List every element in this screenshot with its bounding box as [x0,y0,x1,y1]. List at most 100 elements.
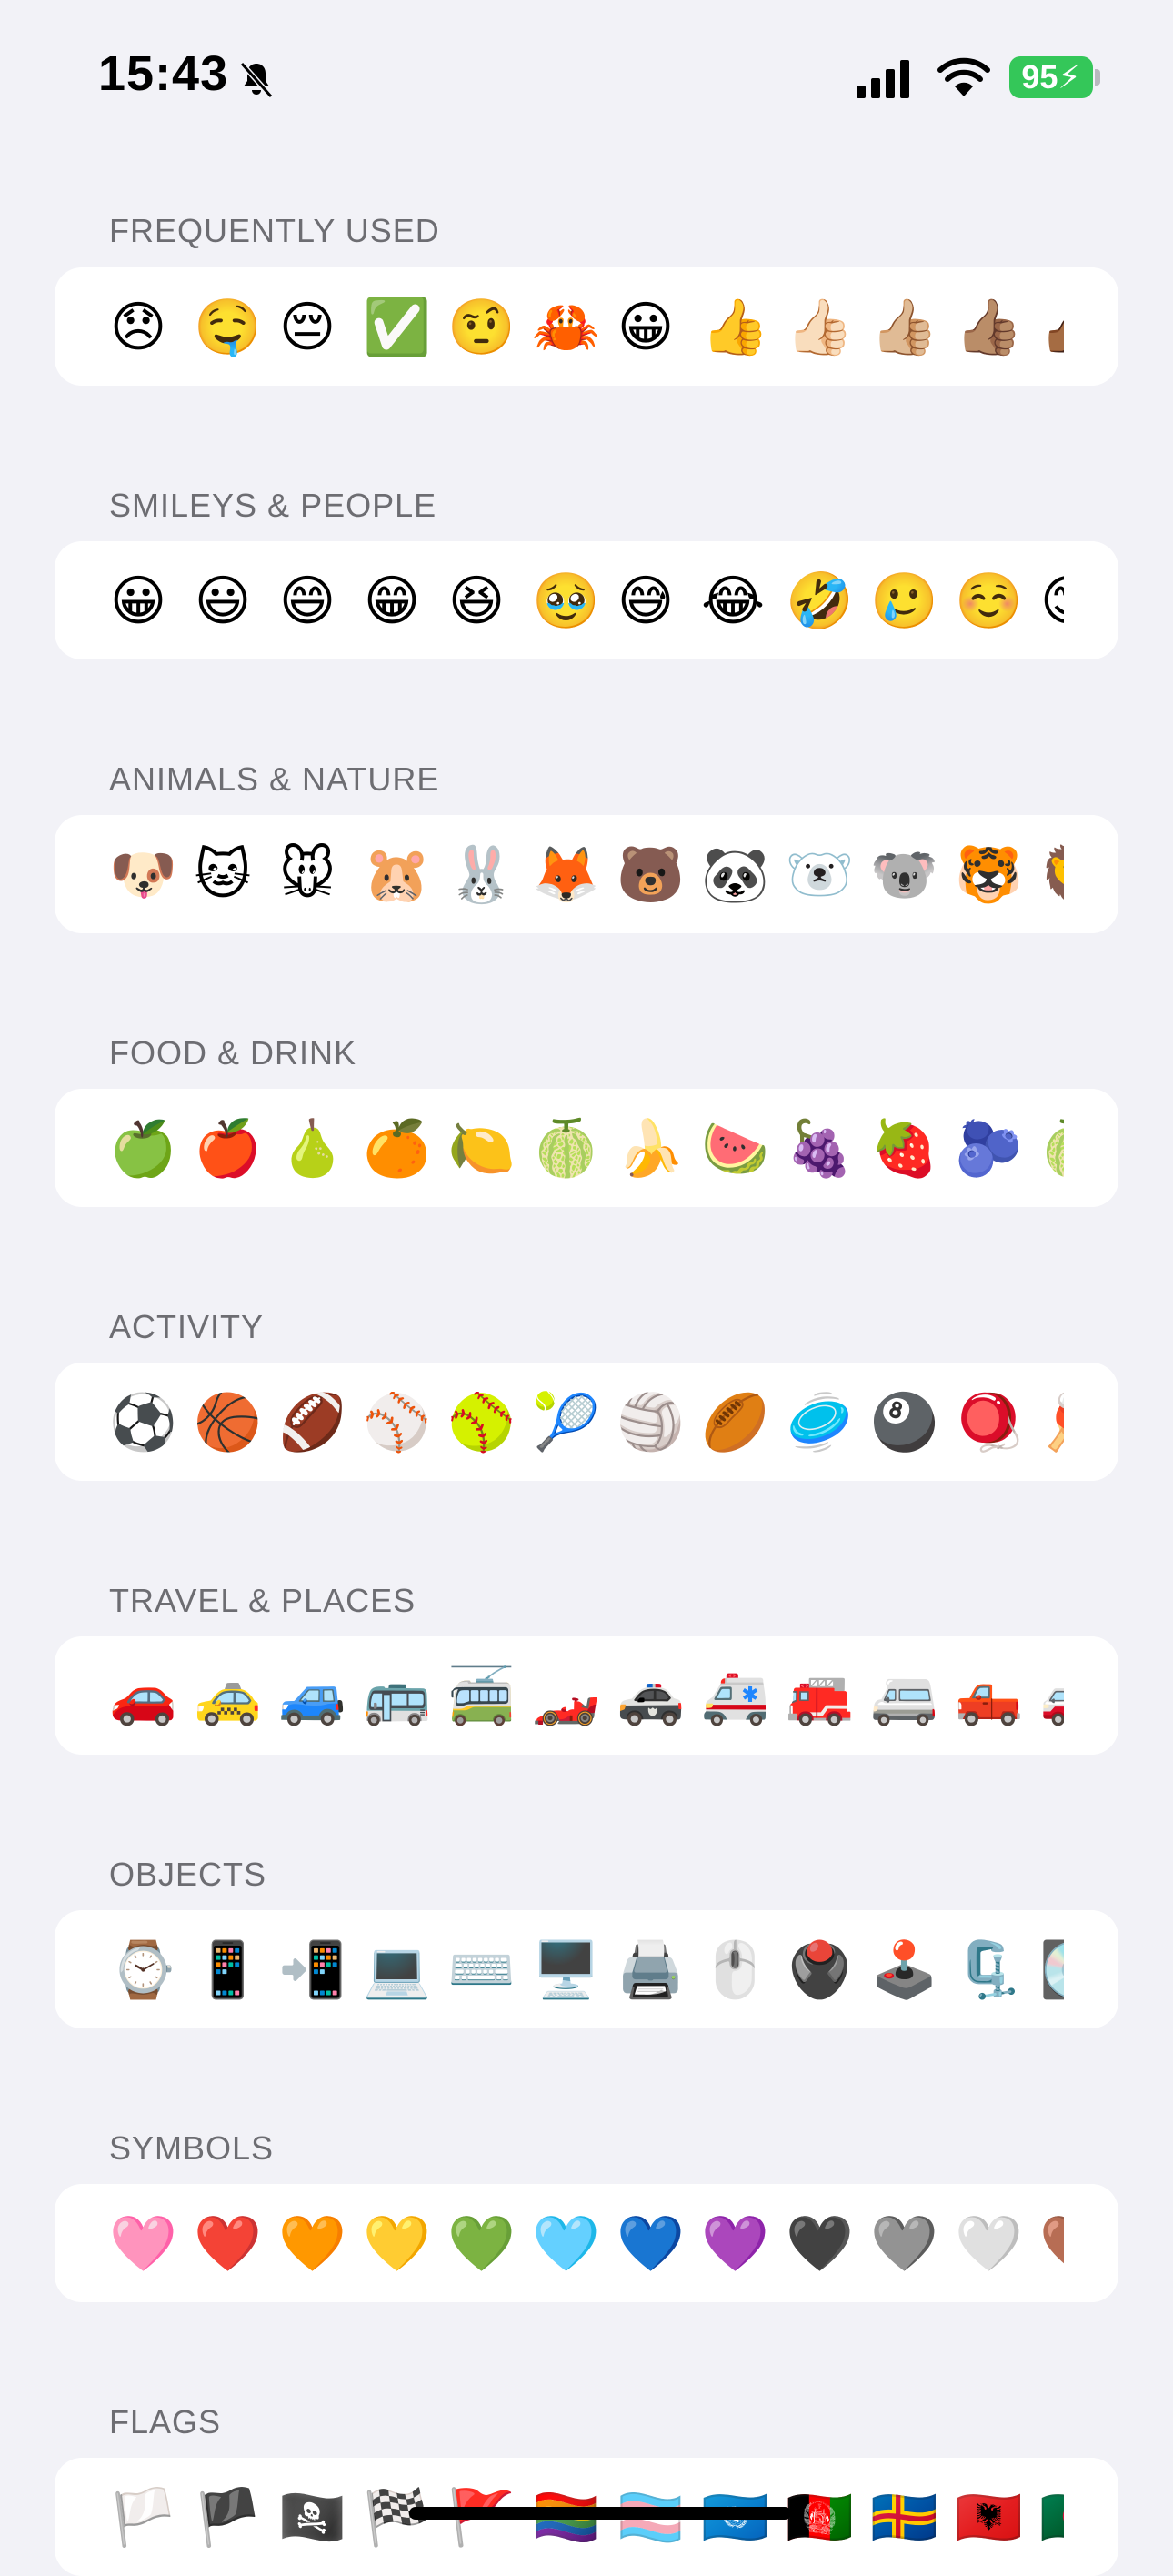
emoji-button[interactable]: 🖱️ [701,1941,769,1999]
emoji-scroll-row[interactable]: 🍏🍎🍐🍊🍋🍈🍌🍉🍇🍓🫐🍈 [109,1089,1118,1207]
emoji-button[interactable]: 🍏 [109,1120,177,1178]
emoji-button[interactable]: 🤨 [447,298,516,357]
emoji-button[interactable]: ⌚ [109,1941,177,1999]
emoji-button[interactable]: 🐶 [109,846,177,904]
emoji-button[interactable]: ❤️ [194,2215,262,2273]
emoji-button[interactable]: 🐻 [617,846,685,904]
home-indicator[interactable] [409,2507,791,2520]
emoji-button[interactable]: 💻 [363,1941,431,1999]
emoji-button[interactable]: 🖥️ [532,1941,600,1999]
emoji-button[interactable]: 🐰 [447,846,516,904]
emoji-button[interactable]: 🏐 [617,1394,685,1452]
emoji-button[interactable]: 🍇 [786,1120,854,1178]
emoji-button[interactable]: ✅ [363,298,431,357]
emoji-button[interactable]: 🎾 [532,1394,600,1452]
emoji-button[interactable]: 🩵 [532,2215,600,2273]
emoji-button[interactable]: 🍓 [870,1120,938,1178]
emoji-button[interactable]: 😁 [363,572,421,630]
emoji-button[interactable]: 😄 [278,572,336,630]
emoji-button[interactable]: 🏴 [194,2489,262,2547]
emoji-button[interactable]: 🚓 [617,1667,685,1726]
emoji-button[interactable]: ⌨️ [447,1941,516,1999]
emoji-button[interactable]: 👍 [701,298,769,357]
emoji-button[interactable]: 🧡 [278,2215,346,2273]
emoji-button[interactable]: 🚐 [870,1667,938,1726]
emoji-button[interactable]: 🖤 [786,2215,854,2273]
emoji-button[interactable]: 🩶 [870,2215,938,2273]
emoji-button[interactable]: 😂 [701,572,765,630]
emoji-button[interactable]: 🥹 [532,572,600,630]
emoji-button[interactable]: 😞 [109,298,167,357]
emoji-button[interactable]: 😔 [278,298,336,357]
emoji-button[interactable]: 🍌 [617,1120,685,1178]
emoji-button[interactable]: 🏳️ [109,2489,177,2547]
emoji-button[interactable]: 🐻‍❄️ [786,846,854,904]
emoji-button[interactable]: ⚽ [109,1394,177,1452]
emoji-button[interactable]: 🛻 [955,1667,1023,1726]
emoji-button[interactable]: 🇦🇱 [955,2489,1023,2547]
emoji-scroll-row[interactable]: 🩷❤️🧡💛💚🩵💙💜🖤🩶🤍🤎 [109,2184,1118,2302]
emoji-button[interactable]: 🤤 [194,298,262,357]
emoji-button[interactable]: 🚒 [786,1667,854,1726]
emoji-button[interactable]: 🫐 [955,1120,1023,1178]
emoji-button[interactable]: 💙 [617,2215,685,2273]
emoji-button[interactable]: 🦀 [532,298,600,357]
emoji-button[interactable]: 🚑 [701,1667,769,1726]
emoji-button[interactable]: 🚙 [278,1667,346,1726]
emoji-button[interactable]: 🥏 [786,1394,854,1452]
emoji-button[interactable]: 🐭 [278,846,336,904]
emoji-button[interactable]: 🖲️ [786,1941,854,1999]
emoji-scroll-row[interactable]: 😞🤤😔✅🤨🦀😀👍👍🏻👍🏼👍🏽👍🏾 [109,267,1118,386]
emoji-button[interactable]: 😀 [617,298,675,357]
emoji-button[interactable]: 🇦🇽 [870,2489,938,2547]
emoji-button[interactable]: 🪀 [955,1394,1023,1452]
emoji-button[interactable]: 🎱 [870,1394,938,1452]
emoji-scroll-row[interactable]: 🚗🚕🚙🚌🚎🏎️🚓🚑🚒🚐🛻🚚 [109,1636,1118,1755]
emoji-button[interactable]: 🍉 [701,1120,769,1178]
emoji-button[interactable]: 🕹️ [870,1941,938,1999]
emoji-button[interactable]: 🥎 [447,1394,516,1452]
emoji-scroll-row[interactable]: ⌚📱📲💻⌨️🖥️🖨️🖱️🖲️🕹️🗜️💽 [109,1910,1118,2028]
emoji-button[interactable]: 🐨 [870,846,938,904]
emoji-button[interactable]: ☺️ [955,572,1023,630]
emoji-button[interactable]: 🤣 [786,572,854,630]
emoji-button[interactable]: 😃 [194,572,252,630]
emoji-button[interactable]: 🍎 [194,1120,262,1178]
emoji-button[interactable]: 😀 [109,572,167,630]
emoji-button[interactable]: 🇦🇫 [786,2489,854,2547]
emoji-button[interactable]: 🍊 [363,1120,431,1178]
emoji-scroll-row[interactable]: 😀😃😄😁😆🥹😅😂🤣🥲☺️😊 [109,541,1118,659]
emoji-button[interactable]: 💜 [701,2215,769,2273]
emoji-button[interactable]: 🚗 [109,1667,177,1726]
emoji-button[interactable]: 🚕 [194,1667,262,1726]
emoji-button[interactable]: 📱 [194,1941,262,1999]
emoji-button[interactable]: 🗜️ [955,1941,1023,1999]
emoji-button[interactable]: 🏴‍☠️ [278,2489,346,2547]
emoji-button[interactable]: 🐯 [955,846,1023,904]
emoji-button[interactable]: 🚎 [447,1667,516,1726]
emoji-scroll-row[interactable]: ⚽🏀🏈⚾🥎🎾🏐🏉🥏🎱🪀🏓 [109,1363,1118,1481]
emoji-button[interactable]: 👍🏻 [786,298,854,357]
emoji-button[interactable]: 😆 [447,572,506,630]
emoji-button[interactable]: 🏉 [701,1394,769,1452]
emoji-button[interactable]: 💛 [363,2215,431,2273]
emoji-button[interactable]: 😅 [617,572,675,630]
emoji-button[interactable]: 🏈 [278,1394,346,1452]
emoji-button[interactable]: 👍🏽 [955,298,1023,357]
emoji-button[interactable]: 🍐 [278,1120,346,1178]
emoji-button[interactable]: 📲 [278,1941,346,1999]
emoji-button[interactable]: 🍋 [447,1120,516,1178]
emoji-button[interactable]: 🥲 [870,572,938,630]
emoji-button[interactable]: 💚 [447,2215,516,2273]
emoji-button[interactable]: 🏎️ [532,1667,600,1726]
emoji-button[interactable]: 🏀 [194,1394,262,1452]
emoji-button[interactable]: 🤍 [955,2215,1023,2273]
emoji-button[interactable]: 🩷 [109,2215,177,2273]
emoji-button[interactable]: 🦊 [532,846,600,904]
emoji-button[interactable]: 🐹 [363,846,431,904]
emoji-button[interactable]: ⚾ [363,1394,431,1452]
emoji-button[interactable]: 🖨️ [617,1941,685,1999]
emoji-button[interactable]: 🐼 [701,846,769,904]
emoji-button[interactable]: 🚌 [363,1667,431,1726]
emoji-button[interactable]: 🍈 [532,1120,600,1178]
